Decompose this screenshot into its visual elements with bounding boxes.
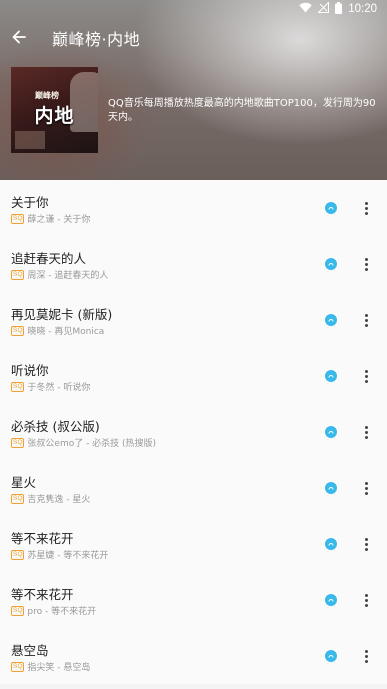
- mv-icon[interactable]: [325, 258, 337, 270]
- song-artist-album: 薛之谦 - 关于你: [27, 215, 91, 225]
- more-vertical-icon: [364, 369, 368, 373]
- mv-icon[interactable]: [325, 538, 337, 550]
- song-artist-album: 吉克隽逸 - 星火: [27, 495, 91, 505]
- more-vertical-icon: [364, 481, 368, 485]
- song-title: 悬空岛: [11, 643, 49, 658]
- song-artist-album: 指尖笑 - 悬空岛: [27, 663, 91, 673]
- song-artist-album: 周深 - 追赶春天的人: [27, 271, 109, 281]
- song-row[interactable]: 等不来花开 SQ pro - 等不来花开: [0, 572, 387, 628]
- song-row[interactable]: 追赶春天的人 SQ 周深 - 追赶春天的人: [0, 236, 387, 292]
- song-title: 再见莫妮卡 (新版): [11, 307, 113, 322]
- sq-badge: SQ: [11, 269, 25, 280]
- sq-badge: SQ: [11, 549, 25, 560]
- more-vertical-icon: [364, 649, 368, 653]
- more-options-button[interactable]: [358, 590, 374, 610]
- arrow-left-icon: [12, 29, 26, 48]
- song-row[interactable]: 等不来花开 SQ 苏星婕 - 等不来花开: [0, 516, 387, 572]
- sq-badge: SQ: [11, 605, 25, 616]
- song-subtitle: SQ 吉克隽逸 - 星火: [11, 492, 90, 505]
- sq-badge: SQ: [11, 325, 25, 336]
- back-button[interactable]: [0, 22, 38, 54]
- song-list: 关于你 SQ 薛之谦 - 关于你 追赶春天的人 SQ 周深 - 追赶春天的人 再见莫…: [0, 180, 387, 684]
- song-row[interactable]: 再见莫妮卡 (新版) SQ 晓晓 - 再见Monica: [0, 292, 387, 348]
- song-title: 听说你: [11, 363, 49, 378]
- status-bar: 10:20: [0, 0, 387, 18]
- song-row[interactable]: 关于你 SQ 薛之谦 - 关于你: [0, 180, 387, 236]
- song-subtitle: SQ 薛之谦 - 关于你: [11, 212, 90, 225]
- more-vertical-icon: [364, 593, 368, 597]
- more-vertical-icon: [364, 537, 368, 541]
- page-title: 巅峰榜·内地: [52, 30, 141, 49]
- mv-icon[interactable]: [325, 650, 337, 662]
- more-options-button[interactable]: [358, 534, 374, 554]
- song-artist-album: 苏星婕 - 等不来花开: [27, 551, 109, 561]
- more-options-button[interactable]: [358, 310, 374, 330]
- song-artist-album: 张叔公emo了 - 必杀技 (热搜版): [27, 439, 157, 449]
- mv-icon[interactable]: [325, 482, 337, 494]
- song-subtitle: SQ pro - 等不来花开: [11, 604, 96, 617]
- mv-icon[interactable]: [325, 426, 337, 438]
- more-options-button[interactable]: [358, 422, 374, 442]
- song-row[interactable]: 星火 SQ 吉克隽逸 - 星火: [0, 460, 387, 516]
- song-subtitle: SQ 指尖笑 - 悬空岛: [11, 660, 90, 673]
- song-title: 追赶春天的人: [11, 251, 87, 266]
- song-title: 关于你: [11, 195, 49, 210]
- song-subtitle: SQ 张叔公emo了 - 必杀技 (热搜版): [11, 436, 156, 449]
- song-title: 等不来花开: [11, 531, 74, 546]
- song-title: 星火: [11, 475, 37, 490]
- signal-icon: [317, 1, 330, 16]
- sq-badge: SQ: [11, 381, 25, 392]
- song-row[interactable]: 必杀技 (叔公版) SQ 张叔公emo了 - 必杀技 (热搜版): [0, 404, 387, 460]
- song-row[interactable]: 悬空岛 SQ 指尖笑 - 悬空岛: [0, 628, 387, 684]
- sq-badge: SQ: [11, 661, 25, 672]
- cover-title: 内地: [34, 105, 75, 127]
- wifi-icon: [299, 2, 312, 16]
- mv-icon[interactable]: [325, 202, 337, 214]
- app-bar: 巅峰榜·内地: [0, 22, 387, 54]
- more-vertical-icon: [364, 201, 368, 205]
- sq-badge: SQ: [11, 437, 25, 448]
- more-vertical-icon: [364, 257, 368, 261]
- more-options-button[interactable]: [358, 478, 374, 498]
- more-options-button[interactable]: [358, 198, 374, 218]
- mv-icon[interactable]: [325, 594, 337, 606]
- mv-icon[interactable]: [325, 370, 337, 382]
- song-title: 等不来花开: [11, 587, 74, 602]
- song-subtitle: SQ 于冬然 - 听说你: [11, 380, 90, 393]
- cover-subtitle: 巅峰榜: [35, 91, 59, 100]
- battery-icon: [335, 1, 343, 17]
- status-time: 10:20: [348, 3, 377, 15]
- song-subtitle: SQ 周深 - 追赶春天的人: [11, 268, 108, 281]
- sq-badge: SQ: [11, 213, 25, 224]
- more-vertical-icon: [364, 425, 368, 429]
- more-options-button[interactable]: [358, 254, 374, 274]
- song-artist-album: 于冬然 - 听说你: [27, 383, 91, 393]
- song-subtitle: SQ 晓晓 - 再见Monica: [11, 324, 104, 337]
- more-vertical-icon: [364, 313, 368, 317]
- more-options-button[interactable]: [358, 646, 374, 666]
- song-artist-album: pro - 等不来花开: [27, 607, 97, 617]
- song-row[interactable]: 听说你 SQ 于冬然 - 听说你: [0, 348, 387, 404]
- song-subtitle: SQ 苏星婕 - 等不来花开: [11, 548, 108, 561]
- song-artist-album: 晓晓 - 再见Monica: [27, 327, 105, 337]
- header-background: 10:20 巅峰榜·内地 巅峰榜 内地 QQ音乐每周播放热度最高的内地歌曲TOP…: [0, 0, 387, 180]
- mv-icon[interactable]: [325, 314, 337, 326]
- sq-badge: SQ: [11, 493, 25, 504]
- playlist-description: QQ音乐每周播放热度最高的内地歌曲TOP100，发行周为90天内。: [108, 98, 376, 123]
- song-title: 必杀技 (叔公版): [11, 419, 100, 434]
- more-options-button[interactable]: [358, 366, 374, 386]
- screen: 10:20 巅峰榜·内地 巅峰榜 内地 QQ音乐每周播放热度最高的内地歌曲TOP…: [0, 0, 387, 689]
- playlist-cover: 巅峰榜 内地: [11, 67, 98, 153]
